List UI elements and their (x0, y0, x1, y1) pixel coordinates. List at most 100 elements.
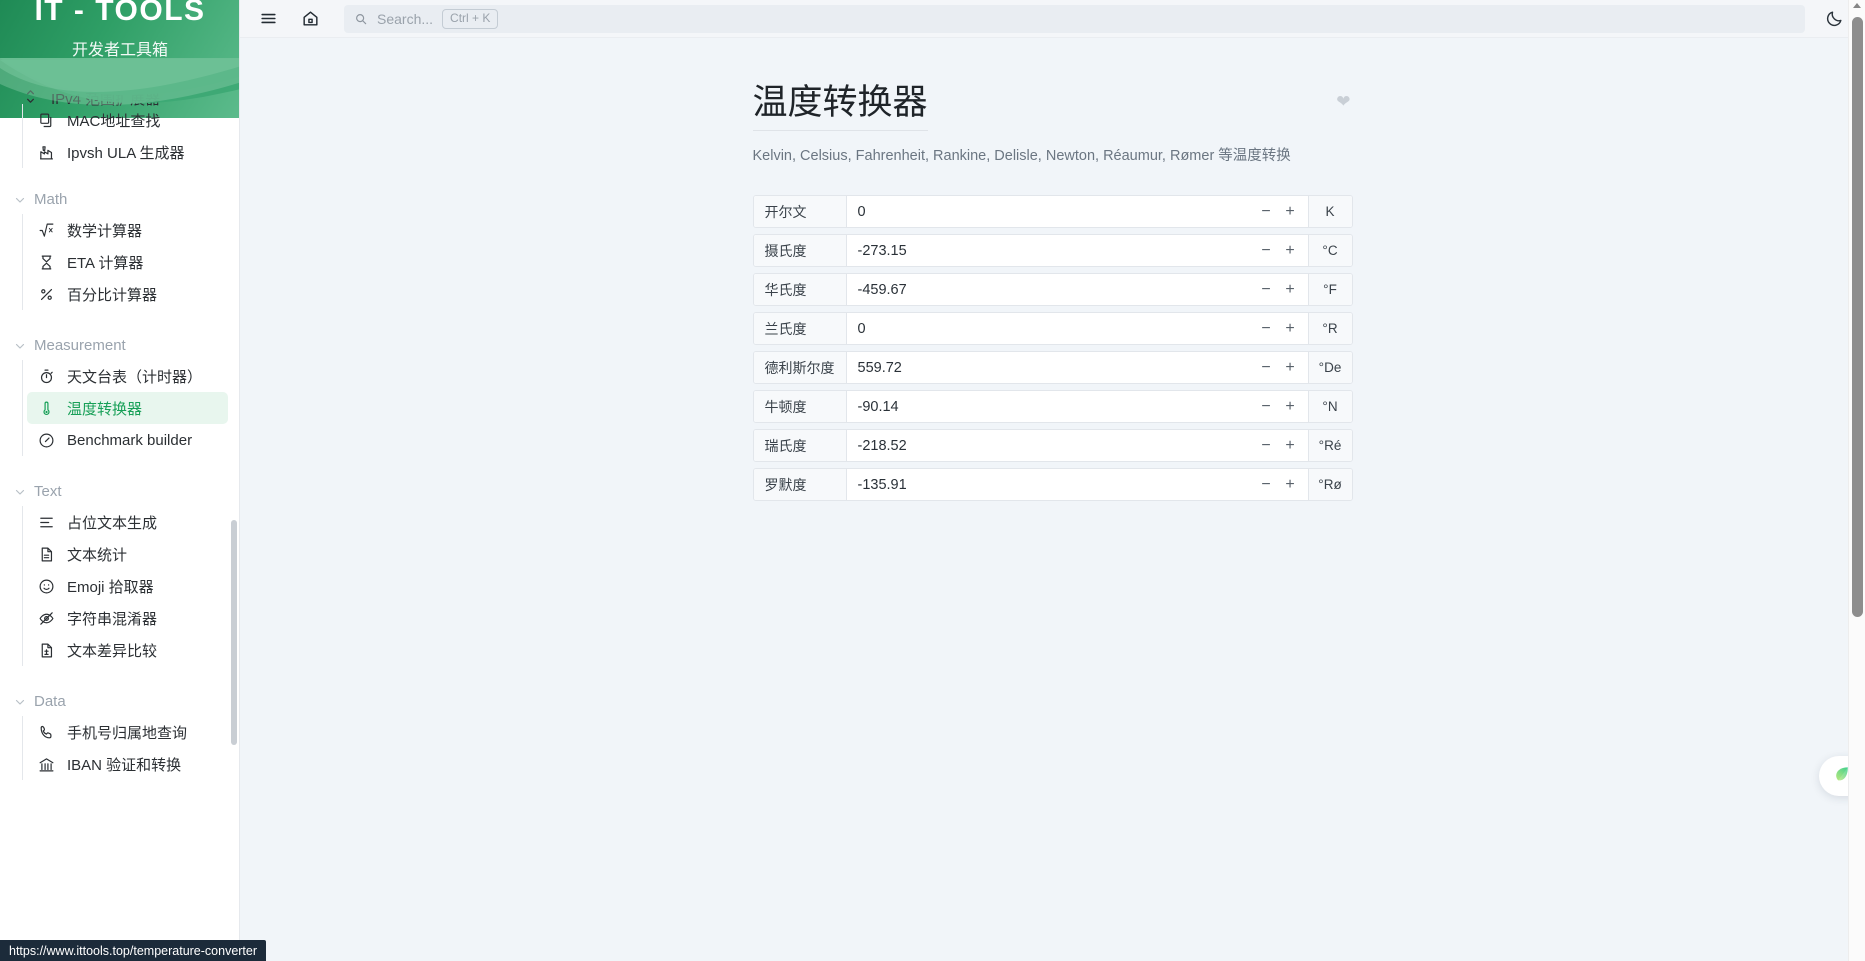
conversion-row-delisle: 德利斯尔度 559.72 − + °De (752, 351, 1353, 384)
conversion-value-input[interactable]: 0 (847, 313, 1260, 344)
hourglass-icon (37, 253, 55, 271)
hamburger-menu-icon[interactable] (254, 5, 282, 33)
stepper-group: − + (1260, 352, 1308, 383)
sidebar-item-benchmark-builder[interactable]: Benchmark builder (27, 424, 228, 456)
conversion-list: 开尔文 0 − + K 摄氏度 -273.15 − + °C 华氏度 -459.… (752, 195, 1353, 501)
increment-button[interactable]: + (1284, 281, 1297, 298)
chevron-down-icon (14, 485, 26, 497)
decrement-button[interactable]: − (1260, 320, 1273, 337)
increment-button[interactable]: + (1284, 359, 1297, 376)
increment-button[interactable]: + (1284, 242, 1297, 259)
decrement-button[interactable]: − (1260, 437, 1273, 454)
sidebar-item-emoji-picker[interactable]: Emoji 拾取器 (27, 570, 228, 602)
sidebar-item-ipv4-range-expander[interactable]: IPv4 范围扩展器 (12, 82, 226, 114)
increment-button[interactable]: + (1284, 320, 1297, 337)
sidebar-item-label: 文本统计 (67, 546, 128, 564)
conversion-row-fahrenheit: 华氏度 -459.67 − + °F (752, 273, 1353, 306)
percent-icon (37, 285, 55, 303)
sidebar-group-label: Measurement (34, 336, 126, 354)
increment-button[interactable]: + (1284, 398, 1297, 415)
eye-off-icon (37, 609, 55, 627)
sidebar-item-text-diff[interactable]: 文本差异比较 (27, 634, 228, 666)
conversion-label: 摄氏度 (753, 235, 847, 266)
conversion-value-input[interactable]: 0 (847, 196, 1260, 227)
brand-title: IT - TOOLS (34, 0, 206, 27)
sidebar-item-percentage-calculator[interactable]: 百分比计算器 (27, 278, 228, 310)
sidebar-item-lorem-ipsum-generator[interactable]: 占位文本生成 (27, 506, 228, 538)
home-icon[interactable] (296, 5, 324, 33)
sidebar-item-phone-lookup[interactable]: 手机号归属地查询 (27, 716, 228, 748)
conversion-label: 瑞氏度 (753, 430, 847, 461)
conversion-label: 牛顿度 (753, 391, 847, 422)
heart-icon[interactable]: ❤ (1336, 92, 1350, 112)
sidebar-divider (239, 0, 240, 961)
conversion-row-reaumur: 瑞氏度 -218.52 − + °Ré (752, 429, 1353, 462)
sidebar-group-body-math: 数学计算器 ETA 计算器 百分比计算器 (22, 214, 228, 310)
scroll-up-arrow-icon[interactable] (1853, 3, 1861, 8)
sidebar-item-label: 温度转换器 (67, 400, 143, 418)
sidebar-group-math: Math 数学计算器 ETA 计算器 百分比计算器 (12, 184, 228, 310)
conversion-unit: °C (1307, 235, 1352, 266)
conversion-value-input[interactable]: -459.67 (847, 274, 1260, 305)
sidebar: IT - TOOLS 开发者工具箱 IPv4 范围扩展器 MAC地址查找 Ipv… (0, 0, 240, 961)
conversion-unit: °N (1307, 391, 1352, 422)
sidebar-group-header-measurement[interactable]: Measurement (12, 330, 228, 360)
decrement-button[interactable]: − (1260, 203, 1273, 220)
conversion-label: 华氏度 (753, 274, 847, 305)
decrement-button[interactable]: − (1260, 398, 1273, 415)
page-title: 温度转换器 (752, 80, 928, 131)
decrement-button[interactable]: − (1260, 281, 1273, 298)
conversion-label: 罗默度 (753, 469, 847, 500)
sidebar-item-label: 文本差异比较 (67, 642, 158, 660)
sidebar-item-label: 占位文本生成 (67, 514, 158, 532)
stepper-group: − + (1260, 196, 1308, 227)
browser-scrollbar[interactable] (1848, 0, 1865, 961)
stepper-group: − + (1260, 235, 1308, 266)
sidebar-nav-scroll[interactable]: MAC地址查找 Ipvsh ULA 生成器 Math 数学计算器 ETA 计算器… (0, 76, 240, 961)
sidebar-scrollbar-thumb[interactable] (231, 520, 237, 745)
page-subtitle: Kelvin, Celsius, Fahrenheit, Rankine, De… (752, 148, 1291, 164)
sidebar-item-eta-calculator[interactable]: ETA 计算器 (27, 246, 228, 278)
increment-button[interactable]: + (1284, 203, 1297, 220)
sidebar-group-body-measurement: 天文台表（计时器） 温度转换器 Benchmark builder (22, 360, 228, 456)
conversion-value-input[interactable]: -90.14 (847, 391, 1260, 422)
decrement-button[interactable]: − (1260, 359, 1273, 376)
sidebar-item-temperature-converter[interactable]: 温度转换器 (27, 392, 228, 424)
sidebar-item-math-evaluator[interactable]: 数学计算器 (27, 214, 228, 246)
sidebar-item-label: 天文台表（计时器） (67, 368, 203, 386)
sidebar-item-label: 手机号归属地查询 (67, 724, 188, 742)
stepper-group: − + (1260, 391, 1308, 422)
file-diff-icon (37, 641, 55, 659)
conversion-value: -218.52 (857, 437, 907, 454)
conversion-value-input[interactable]: -135.91 (847, 469, 1260, 500)
browser-scrollbar-thumb[interactable] (1852, 17, 1863, 617)
moon-icon[interactable] (1819, 4, 1849, 34)
decrement-button[interactable]: − (1260, 476, 1273, 493)
sidebar-group-label: Math (34, 190, 68, 208)
sidebar-item-chronometer[interactable]: 天文台表（计时器） (27, 360, 228, 392)
sidebar-group-header-text[interactable]: Text (12, 476, 228, 506)
sidebar-item-text-statistics[interactable]: 文本统计 (27, 538, 228, 570)
conversion-row-kelvin: 开尔文 0 − + K (752, 195, 1353, 228)
conversion-value-input[interactable]: 559.72 (847, 352, 1260, 383)
conversion-value-input[interactable]: -273.15 (847, 235, 1260, 266)
sidebar-group-text: Text 占位文本生成 文本统计 Emoji 拾取器 字符串混淆器 文本差异比较 (12, 476, 228, 666)
sidebar-item-ipv6-ula-generator[interactable]: Ipvsh ULA 生成器 (27, 136, 228, 168)
increment-button[interactable]: + (1284, 476, 1297, 493)
sidebar-item-label: 字符串混淆器 (67, 610, 158, 628)
align-left-icon (37, 513, 55, 531)
search-input[interactable]: Search... Ctrl + K (344, 4, 1805, 33)
sidebar-item-string-obfuscator[interactable]: 字符串混淆器 (27, 602, 228, 634)
phone-icon (37, 723, 55, 741)
sidebar-group-header-data[interactable]: Data (12, 686, 228, 716)
increment-button[interactable]: + (1284, 437, 1297, 454)
chevron-down-icon (14, 193, 26, 205)
decrement-button[interactable]: − (1260, 242, 1273, 259)
sidebar-group-data: Data 手机号归属地查询 IBAN 验证和转换 (12, 686, 228, 780)
conversion-value-input[interactable]: -218.52 (847, 430, 1260, 461)
sidebar-group-header-math[interactable]: Math (12, 184, 228, 214)
sidebar-item-iban-validator[interactable]: IBAN 验证和转换 (27, 748, 228, 780)
sidebar-item-label: 百分比计算器 (67, 286, 158, 304)
